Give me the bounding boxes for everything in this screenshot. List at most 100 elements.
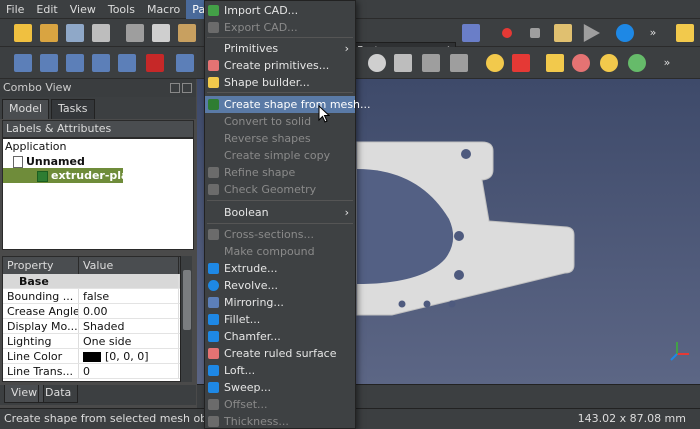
menu-item-create-ruled-surface[interactable]: Create ruled surface <box>205 345 355 362</box>
shape-builder-icon[interactable] <box>422 54 440 72</box>
common-icon[interactable] <box>572 54 590 72</box>
save-icon[interactable] <box>66 24 84 42</box>
property-row[interactable]: Display Mo... Shaded <box>3 319 191 334</box>
fit-all-icon[interactable] <box>14 54 32 72</box>
menu-item-label: Mirroring... <box>224 296 284 309</box>
menu-item-reverse-shapes[interactable]: Reverse shapes <box>205 130 355 147</box>
open-icon[interactable] <box>40 24 58 42</box>
part-cube-icon[interactable] <box>676 24 694 42</box>
menu-item-check-geometry[interactable]: Check Geometry <box>205 181 355 198</box>
property-value[interactable]: 0.00 <box>79 304 179 318</box>
tree-root-application[interactable]: Application <box>5 139 66 154</box>
menu-item-label: Refine shape <box>224 166 296 179</box>
copy-icon[interactable] <box>152 24 170 42</box>
menu-item-label: Import CAD... <box>224 4 299 17</box>
edit-macro-icon[interactable] <box>554 24 572 42</box>
menu-item-loft[interactable]: Loft... <box>205 362 355 379</box>
run-macro-icon[interactable] <box>583 24 600 42</box>
menu-item-label: Shape builder... <box>224 76 310 89</box>
property-row[interactable]: Line Trans... 0 <box>3 364 191 379</box>
box-red-icon[interactable] <box>146 54 164 72</box>
scrollbar-thumb[interactable] <box>183 270 191 330</box>
menu-item-create-shape-from-mesh[interactable]: Create shape from mesh... <box>205 96 371 113</box>
menu-item-export-cad[interactable]: Export CAD... <box>205 19 355 36</box>
tab-data[interactable]: Data <box>38 385 79 403</box>
section-icon[interactable] <box>600 54 618 72</box>
menu-edit[interactable]: Edit <box>30 0 63 19</box>
property-row[interactable]: Lighting One side <box>3 334 191 349</box>
property-value[interactable]: One side <box>79 334 179 348</box>
fuse-icon[interactable] <box>546 54 564 72</box>
menu-view[interactable]: View <box>64 0 102 19</box>
float-panel-icon[interactable] <box>170 83 180 93</box>
menu-item-import-cad[interactable]: Import CAD... <box>205 2 355 19</box>
tree-document[interactable]: Unnamed <box>13 154 85 169</box>
property-row[interactable]: Crease Angle 0.00 <box>3 304 191 319</box>
boolean-icon[interactable] <box>486 54 504 72</box>
slice-icon[interactable] <box>628 54 646 72</box>
cut-icon[interactable] <box>126 24 144 42</box>
menu-item-label: Thickness... <box>224 415 289 428</box>
menu-item-fillet[interactable]: Fillet... <box>205 311 355 328</box>
create-primitives-icon <box>208 60 219 71</box>
menu-item-thickness[interactable]: Thickness... <box>205 413 355 429</box>
tab-tasks[interactable]: Tasks <box>51 99 95 119</box>
menu-item-boolean[interactable]: Boolean › <box>205 204 355 221</box>
menu-item-refine-shape[interactable]: Refine shape <box>205 164 355 181</box>
property-value[interactable]: false <box>79 289 179 303</box>
menu-file[interactable]: File <box>0 0 30 19</box>
view-front-icon[interactable] <box>66 54 84 72</box>
stop-macro-icon[interactable] <box>530 28 540 38</box>
view-top-icon[interactable] <box>92 54 110 72</box>
overflow-chevron-icon[interactable]: » <box>644 24 662 42</box>
menu-item-create-primitives[interactable]: Create primitives... <box>205 57 355 74</box>
property-group[interactable]: Base <box>3 274 191 289</box>
menu-item-make-compound[interactable]: Make compound <box>205 243 355 260</box>
print-icon[interactable] <box>92 24 110 42</box>
paste-icon[interactable] <box>178 24 196 42</box>
overflow-chevron-icon[interactable]: » <box>658 54 676 72</box>
record-macro-icon[interactable] <box>502 28 512 38</box>
menu-item-mirroring[interactable]: Mirroring... <box>205 294 355 311</box>
menu-item-shape-builder[interactable]: Shape builder... <box>205 74 355 91</box>
value-column-header[interactable]: Value <box>79 257 179 274</box>
property-name: Line Trans... <box>3 364 79 378</box>
view-bottom-icon[interactable] <box>176 54 194 72</box>
thickness-icon <box>208 416 219 427</box>
property-row[interactable]: Bounding ... false <box>3 289 191 304</box>
import-cad-icon <box>208 5 219 16</box>
property-header: Property Value <box>3 257 191 274</box>
property-row[interactable]: Line Color [0, 0, 0] <box>3 349 191 364</box>
menu-item-revolve[interactable]: Revolve... <box>205 277 355 294</box>
whats-this-icon[interactable] <box>462 24 480 42</box>
sphere-icon[interactable] <box>368 54 386 72</box>
menu-item-create-simple-copy[interactable]: Create simple copy <box>205 147 355 164</box>
view-right-icon[interactable] <box>118 54 136 72</box>
new-document-icon[interactable] <box>14 24 32 42</box>
zoom-icon[interactable] <box>616 24 634 42</box>
extrude-icon[interactable] <box>450 54 468 72</box>
menu-tools[interactable]: Tools <box>102 0 141 19</box>
property-value[interactable]: [0, 0, 0] <box>79 349 179 363</box>
menu-macro[interactable]: Macro <box>141 0 186 19</box>
tab-model[interactable]: Model <box>2 99 50 119</box>
property-value[interactable]: Shaded <box>79 319 179 333</box>
labels-attributes-header[interactable]: Labels & Attributes <box>2 120 194 138</box>
close-panel-icon[interactable] <box>182 83 192 93</box>
menu-item-chamfer[interactable]: Chamfer... <box>205 328 355 345</box>
menu-item-sweep[interactable]: Sweep... <box>205 379 355 396</box>
menu-item-primitives[interactable]: Primitives › <box>205 40 355 57</box>
menu-item-offset[interactable]: Offset... <box>205 396 355 413</box>
property-scrollbar[interactable] <box>180 256 192 382</box>
ruled-surface-icon <box>208 348 219 359</box>
tree-object-selected[interactable]: extruder-plate <box>3 168 141 183</box>
torus-icon[interactable] <box>394 54 412 72</box>
view-isometric-icon[interactable] <box>40 54 58 72</box>
menu-item-extrude[interactable]: Extrude... <box>205 260 355 277</box>
menu-item-cross-sections[interactable]: Cross-sections... <box>205 226 355 243</box>
property-column-header[interactable]: Property <box>3 257 79 274</box>
cut-boolean-icon[interactable] <box>512 54 530 72</box>
property-value[interactable]: 0 <box>79 364 179 378</box>
menu-item-convert-to-solid[interactable]: Convert to solid <box>205 113 355 130</box>
mouse-cursor-icon <box>318 105 330 123</box>
